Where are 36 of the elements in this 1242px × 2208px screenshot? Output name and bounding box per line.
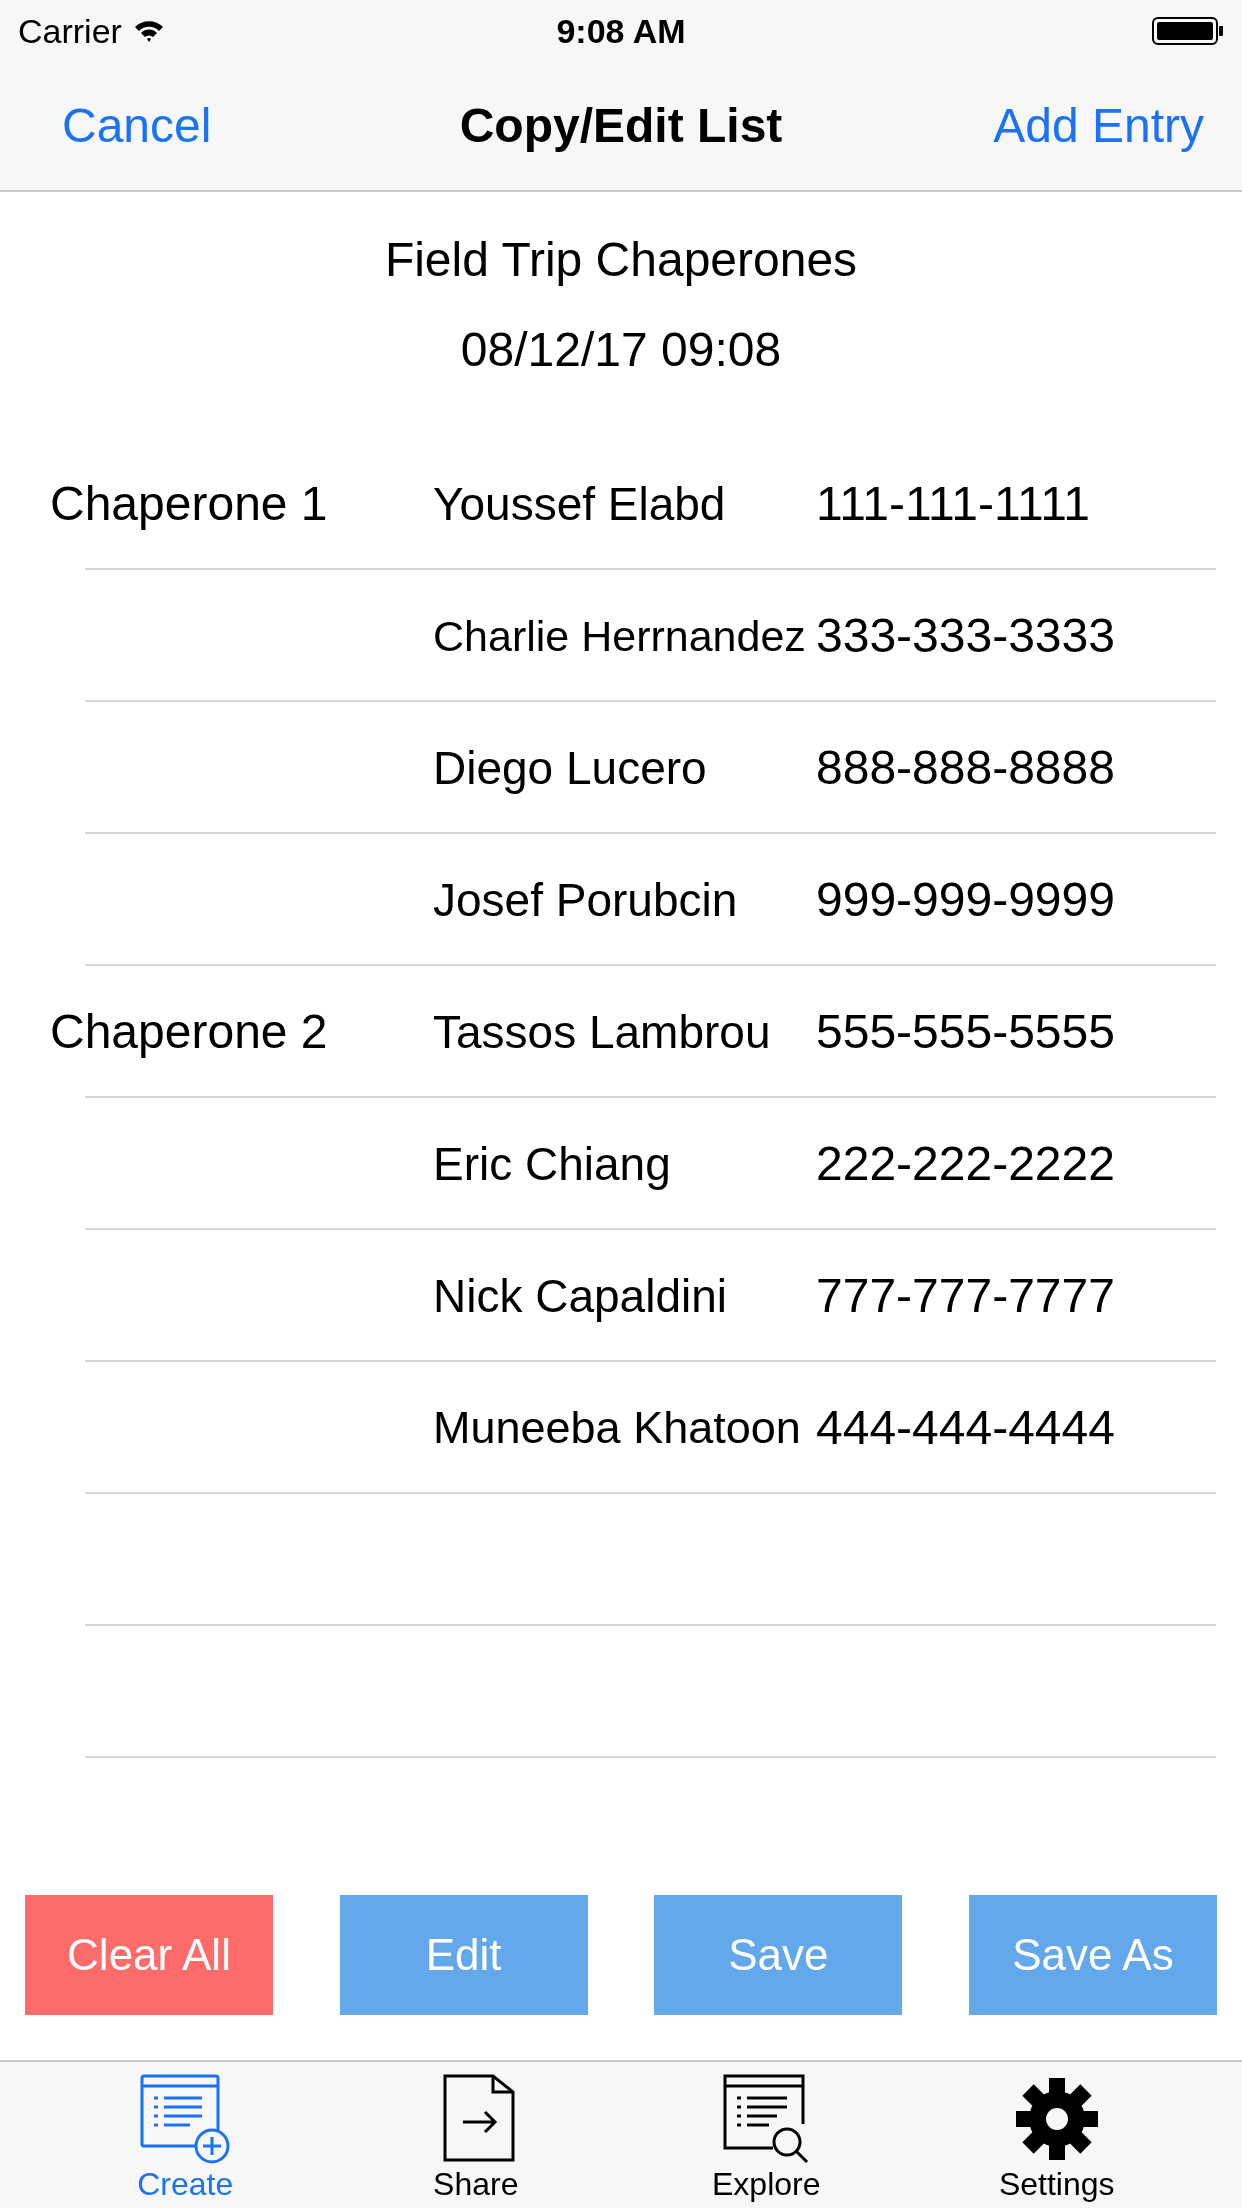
name-cell-text: Nick Capaldini [433, 1268, 728, 1324]
name-cell-text: Charlie Herrnandez [433, 610, 807, 662]
group-label: Chaperone 2 [49, 1004, 329, 1060]
tab-item[interactable]: Explore [666, 2062, 867, 2208]
tab-item[interactable]: Create [85, 2062, 286, 2208]
tab-item[interactable]: Settings [956, 2062, 1157, 2208]
phone-cell-text: 555-555-5555 [816, 1004, 1116, 1060]
name-cell-text: Josef Porubcin [433, 872, 739, 928]
action-button[interactable]: Edit [339, 1895, 588, 2015]
wifi-icon [133, 19, 164, 43]
add-entry-button[interactable]: Add Entry [993, 90, 1204, 162]
name-cell-text: Eric Chiang [433, 1136, 672, 1192]
action-button[interactable]: Save [654, 1895, 903, 2015]
carrier-text: Carrier [18, 10, 122, 52]
phone-cell-text: 999-999-9999 [816, 872, 1116, 928]
nav-title: Copy/Edit List [459, 98, 783, 154]
list-add-icon [140, 2074, 231, 2164]
clear-all-button[interactable]: Clear All [25, 1895, 273, 2015]
cancel-button[interactable]: Cancel [62, 90, 212, 162]
name-cell-text: Tassos Lambrou [433, 1004, 772, 1060]
phone-cell-text: 444-444-4444 [816, 1400, 1116, 1456]
group-label: Chaperone 1 [49, 476, 329, 532]
name-cell-text: Muneeba Khatoon [433, 1401, 802, 1456]
status-time: 9:08 AM [556, 10, 686, 52]
phone-cell-text: 888-888-8888 [816, 740, 1116, 796]
list-title: Field Trip Chaperones [384, 232, 858, 288]
action-button[interactable]: Save As [968, 1895, 1217, 2015]
list-date: 08/12/17 09:08 [460, 322, 782, 378]
name-cell-text: Youssef Elabd [433, 476, 727, 532]
name-cell-text: Diego Lucero [433, 740, 708, 796]
tab-item[interactable]: Share [375, 2062, 576, 2208]
phone-cell-text: 111-111-1111 [816, 476, 1091, 532]
battery-icon [1152, 16, 1224, 46]
phone-cell-text: 222-222-2222 [816, 1136, 1116, 1192]
phone-cell-text: 777-777-7777 [816, 1268, 1116, 1324]
phone-cell-text: 333-333-3333 [816, 608, 1116, 664]
